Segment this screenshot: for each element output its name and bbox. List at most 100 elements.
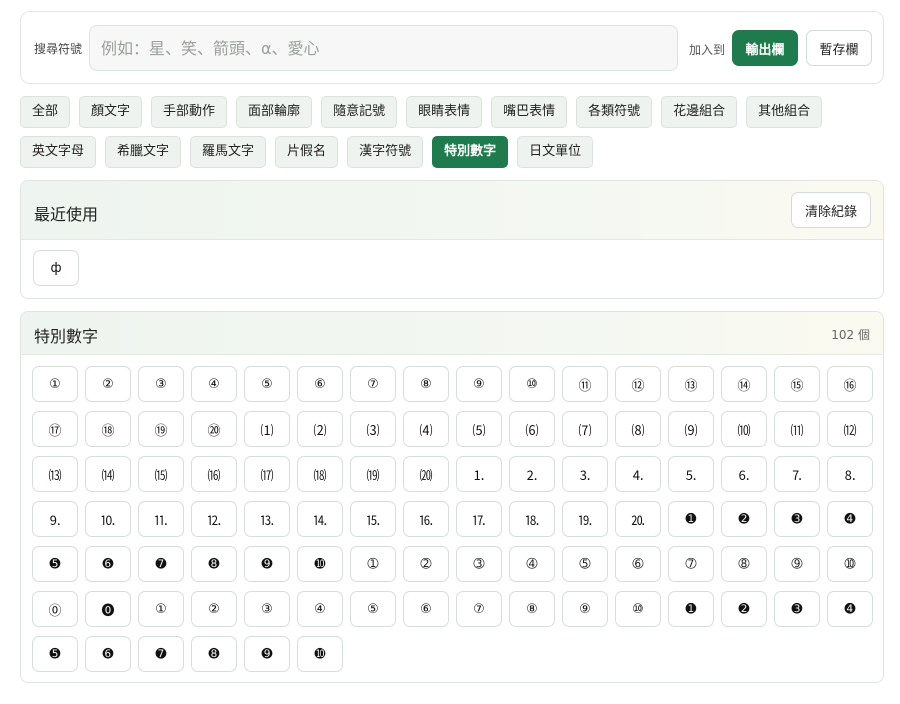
symbol-button[interactable]: ⑬ [668,366,714,402]
category-tab[interactable]: 特別數字 [432,136,509,168]
category-tab[interactable]: 希臘文字 [105,136,182,168]
symbol-button[interactable]: ② [85,366,131,402]
category-tab[interactable]: 嘴巴表情 [491,96,568,128]
symbol-button[interactable]: ⒆ [350,456,396,492]
symbol-button[interactable]: ③ [244,591,290,627]
category-tab[interactable]: 英文字母 [20,136,97,168]
symbol-button[interactable]: ⒊ [562,456,608,492]
symbol-button[interactable]: ⑯ [827,366,873,402]
symbol-button[interactable]: ⒘ [456,501,502,537]
search-input[interactable] [89,25,678,71]
symbol-button[interactable]: ⑨ [562,591,608,627]
symbol-button[interactable]: ⒖ [350,501,396,537]
symbol-button[interactable]: ④ [191,366,237,402]
symbol-button[interactable]: ⑤ [244,366,290,402]
symbol-button[interactable]: ⑦ [456,591,502,627]
symbol-button[interactable]: ② [191,591,237,627]
symbol-button[interactable]: ➍ [827,501,873,537]
symbol-button[interactable]: ⒌ [668,456,714,492]
symbol-button[interactable]: ⒓ [191,501,237,537]
symbol-button[interactable]: ➁ [403,546,449,582]
symbol-button[interactable]: ⑥ [403,591,449,627]
symbol-button[interactable]: ➐ [138,546,184,582]
symbol-button[interactable]: ➋ [721,501,767,537]
symbol-button[interactable]: ➀ [350,546,396,582]
clear-history-button[interactable]: 清除紀錄 [791,192,871,228]
symbol-button[interactable]: ⒙ [509,501,555,537]
symbol-button[interactable]: ⒚ [562,501,608,537]
symbol-button[interactable]: ➒ [244,636,290,672]
symbol-button[interactable]: ⑧ [509,591,555,627]
symbol-button[interactable]: ⑰ [32,411,78,447]
symbol-button[interactable]: ⒄ [244,456,290,492]
symbol-button[interactable]: ⒎ [774,456,820,492]
symbol-button[interactable]: ⑿ [827,411,873,447]
symbol-button[interactable]: ⒈ [456,456,502,492]
symbol-button[interactable]: ③ [138,366,184,402]
symbol-button[interactable]: ➒ [244,546,290,582]
recent-symbol-button[interactable]: ф [33,250,79,286]
symbol-button[interactable]: ➂ [456,546,502,582]
symbol-button[interactable]: ➈ [774,546,820,582]
symbol-button[interactable]: ⒂ [138,456,184,492]
symbol-button[interactable]: ⑵ [297,411,343,447]
symbol-button[interactable]: ⒉ [509,456,555,492]
symbol-button[interactable]: ⑪ [562,366,608,402]
symbol-button[interactable]: ➉ [827,546,873,582]
symbol-button[interactable]: ⒅ [297,456,343,492]
symbol-button[interactable]: ⑳ [191,411,237,447]
symbol-button[interactable]: ④ [297,591,343,627]
symbol-button[interactable]: ➑ [191,546,237,582]
symbol-button[interactable]: ⒒ [138,501,184,537]
symbol-button[interactable]: ⒇ [403,456,449,492]
symbol-button[interactable]: ⑻ [615,411,661,447]
category-tab[interactable]: 手部動作 [151,96,228,128]
symbol-button[interactable]: ➏ [85,546,131,582]
symbol-button[interactable]: ⑱ [85,411,131,447]
symbol-button[interactable]: ➊ [668,591,714,627]
symbol-button[interactable]: ⓪ [32,591,78,627]
symbol-button[interactable]: ⑺ [562,411,608,447]
symbol-button[interactable]: ⑸ [456,411,502,447]
category-tab[interactable]: 花邊組合 [661,96,738,128]
symbol-button[interactable]: ⑥ [297,366,343,402]
symbol-button[interactable]: ⒍ [721,456,767,492]
symbol-button[interactable]: ➆ [668,546,714,582]
symbol-button[interactable]: ⑭ [721,366,767,402]
symbol-button[interactable]: ➌ [774,501,820,537]
category-tab[interactable]: 眼睛表情 [406,96,483,128]
symbol-button[interactable]: ➃ [509,546,555,582]
output-field-button[interactable]: 輸出欄 [732,30,798,66]
symbol-button[interactable]: ⒔ [244,501,290,537]
symbol-button[interactable]: ⑮ [774,366,820,402]
category-tab[interactable]: 其他組合 [746,96,823,128]
symbol-button[interactable]: ➏ [85,636,131,672]
category-tab[interactable]: 漢字符號 [347,136,424,168]
symbol-button[interactable]: ➑ [191,636,237,672]
symbol-button[interactable]: ⒛ [615,501,661,537]
category-tab[interactable]: 隨意記號 [321,96,398,128]
symbol-button[interactable]: ➍ [827,591,873,627]
symbol-button[interactable]: ➅ [615,546,661,582]
symbol-button[interactable]: ⒋ [615,456,661,492]
symbol-button[interactable]: ⒐ [32,501,78,537]
symbol-button[interactable]: ⒀ [32,456,78,492]
symbol-button[interactable]: ➌ [774,591,820,627]
symbol-button[interactable]: ➇ [721,546,767,582]
symbol-button[interactable]: ⑹ [509,411,555,447]
symbol-button[interactable]: ⑫ [615,366,661,402]
symbol-button[interactable]: ➊ [668,501,714,537]
symbol-button[interactable]: ⒏ [827,456,873,492]
symbol-button[interactable]: ⑽ [721,411,767,447]
symbol-button[interactable]: ⑲ [138,411,184,447]
symbol-button[interactable]: ⑾ [774,411,820,447]
symbol-button[interactable]: ⓿ [85,591,131,627]
symbol-button[interactable]: ⑩ [509,366,555,402]
category-tab[interactable]: 顏文字 [79,96,143,128]
category-tab[interactable]: 羅馬文字 [190,136,267,168]
symbol-button[interactable]: ⒗ [403,501,449,537]
symbol-button[interactable]: ① [138,591,184,627]
category-tab[interactable]: 片假名 [275,136,339,168]
symbol-button[interactable]: ⑨ [456,366,502,402]
symbol-button[interactable]: ⑴ [244,411,290,447]
